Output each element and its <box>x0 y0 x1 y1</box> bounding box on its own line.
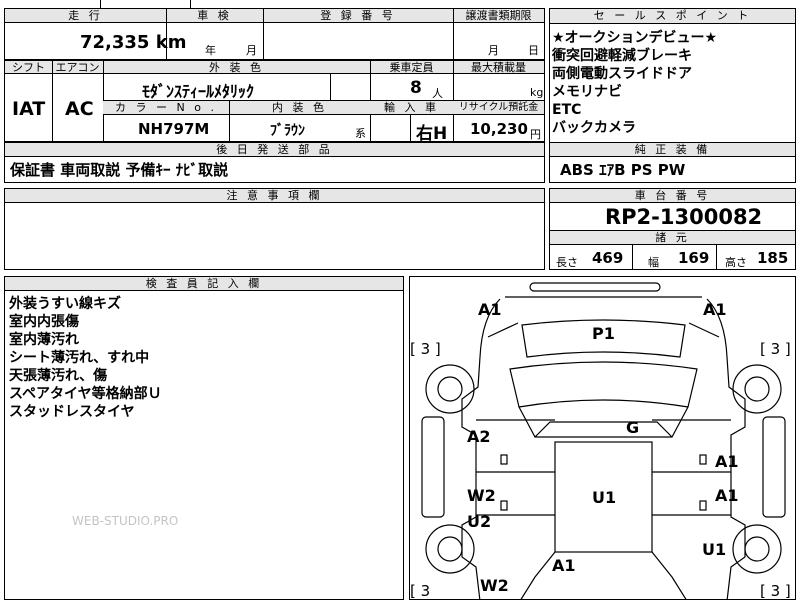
registration-header: 登 録 番 号 <box>263 9 453 23</box>
tire-front-right <box>732 364 782 414</box>
mileage-unit: km <box>155 32 187 53</box>
recycle-value: 10,230 <box>470 120 528 138</box>
inspector-note: 天張薄汚れ、傷 <box>9 368 108 384</box>
sales-point-item: ETC <box>552 102 582 118</box>
aircon-value: AC <box>65 98 94 120</box>
mark-p1: P1 <box>592 324 615 343</box>
notes-header: 注 意 事 項 欄 <box>5 189 544 203</box>
mark-g: G <box>626 418 640 437</box>
mark-tire-front-left: [ 3 ] <box>410 340 441 358</box>
max-load-header: 最大積載量 <box>453 61 544 74</box>
accessories-value: 保証書 車両取説 予備ｷｰ ﾅﾋﾞ取説 <box>10 161 229 179</box>
sales-points-header: セ ー ル ス ポ イ ン ト <box>550 9 795 24</box>
mark-u2-left: U2 <box>467 512 492 531</box>
transfer-day-unit: 日 <box>528 44 539 57</box>
accessories-header: 後 日 発 送 部 品 <box>5 143 544 157</box>
sales-point-item: 両側電動スライドドア <box>552 66 692 82</box>
width-value: 169 <box>678 249 710 267</box>
chassis-header: 車 台 番 号 <box>550 189 795 203</box>
dimensions-header: 諸 元 <box>550 231 795 245</box>
height-value: 185 <box>757 249 789 267</box>
mark-a1-front-left: A1 <box>478 300 502 319</box>
max-load-unit: kg <box>530 86 544 99</box>
capacity-header: 乗車定員 <box>370 61 453 74</box>
inspector-note: シート薄汚れ、すれ中 <box>9 350 150 366</box>
mark-a1-front-right: A1 <box>703 300 727 319</box>
exterior-color-value: ﾓﾀﾞﾝｽﾃｨｰﾙﾒﾀﾘｯｸ <box>142 82 255 101</box>
inspector-note: 室内内張傷 <box>9 314 79 330</box>
aircon-header: エアコン <box>52 61 103 74</box>
recycle-header: リサイクル預託金 <box>453 101 544 115</box>
color-no-header: カ ラ ー N o . <box>103 101 229 115</box>
recycle-unit: 円 <box>530 128 541 141</box>
inspector-note: 室内薄汚れ <box>9 332 79 348</box>
length-label: 長さ <box>556 256 578 269</box>
width-label: 幅 <box>648 256 659 269</box>
mileage-header: 走 行 <box>5 9 166 23</box>
import-value: 右H <box>416 124 448 144</box>
shift-value: IAT <box>12 98 46 120</box>
equipment-value: ABS ｴｱB PS PW <box>560 161 686 179</box>
sales-point-item: ★オークションデビュー★ <box>552 30 718 46</box>
tire-front-left <box>425 364 475 414</box>
inspector-note: スペアタイヤ等格納部Ｕ <box>9 386 162 402</box>
interior-color-value: ﾌﾞﾗｳﾝ <box>270 123 305 139</box>
mark-u1-center: U1 <box>592 488 617 507</box>
inspection-year-unit: 年 <box>205 44 216 57</box>
inspection-header: 車 検 <box>166 9 263 23</box>
tire-rear-right <box>732 524 782 574</box>
watermark: WEB-STUDIO.PRO <box>72 514 179 528</box>
mark-a2: A2 <box>467 427 491 446</box>
inspector-notes-list: 外装うすい線キズ 室内内張傷 室内薄汚れ シート薄汚れ、すれ中 天張薄汚れ、傷 … <box>9 295 162 421</box>
height-label: 高さ <box>725 256 747 269</box>
sales-point-item: 衝突回避軽減ブレーキ <box>552 48 692 64</box>
import-header: 輸 入 車 <box>370 101 453 115</box>
inspection-month-unit: 月 <box>246 44 257 57</box>
inspector-header: 検 査 員 記 入 欄 <box>5 277 403 291</box>
exterior-color-header: 外 装 色 <box>103 61 370 74</box>
front-bumper-shape <box>529 282 661 292</box>
mark-a1-rear: A1 <box>552 556 576 575</box>
mileage-value: 72,335 km <box>80 32 187 53</box>
interior-color-suffix: 系 <box>355 127 366 140</box>
sales-point-item: バックカメラ <box>552 120 636 136</box>
sales-point-item: メモリナビ <box>552 84 622 100</box>
mark-a1-right-lower: A1 <box>715 486 739 505</box>
capacity-value: 8 <box>410 78 422 98</box>
equipment-header: 純 正 装 備 <box>550 143 795 157</box>
transfer-deadline-header: 譲渡書類期限 <box>453 9 544 23</box>
inspector-note: 外装うすい線キズ <box>9 296 121 312</box>
mark-a1-right-mid: A1 <box>715 452 739 471</box>
mark-tire-front-right: [ 3 ] <box>760 340 791 358</box>
mark-tire-rear-right: [ 3 ] <box>760 582 791 600</box>
mark-w2-left: W2 <box>467 486 496 505</box>
mark-u1-right: U1 <box>702 540 727 559</box>
capacity-unit: 人 <box>432 87 443 100</box>
transfer-month-unit: 月 <box>488 44 499 57</box>
color-no-value: NH797M <box>138 120 210 138</box>
interior-color-header: 内 装 色 <box>229 101 370 115</box>
mark-tire-rear-left: [ 3 <box>410 582 431 600</box>
tire-rear-left <box>425 524 475 574</box>
inspector-note: スタッドレスタイヤ <box>9 404 135 420</box>
sales-points-list: ★オークションデビュー★ 衝突回避軽減ブレーキ 両側電動スライドドア メモリナビ… <box>552 29 717 137</box>
length-value: 469 <box>592 249 624 267</box>
mark-w2-rear: W2 <box>480 576 509 595</box>
chassis-number: RP2-1300082 <box>605 205 763 229</box>
shift-header: シフト <box>5 61 52 74</box>
